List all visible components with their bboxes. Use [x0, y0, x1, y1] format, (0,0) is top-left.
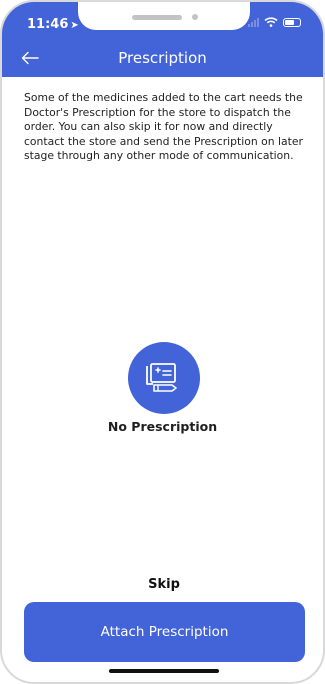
battery-icon: [283, 17, 301, 27]
empty-state-label: No Prescription: [107, 419, 218, 434]
status-icons: [248, 17, 301, 27]
status-time-text: 11:46: [27, 17, 69, 32]
location-arrow-icon: ➤: [70, 20, 79, 31]
prescription-notice: Some of the medicines added to the cart …: [24, 91, 303, 163]
empty-state-illustration: [128, 342, 200, 414]
signal-icon: [248, 17, 259, 27]
attach-prescription-button[interactable]: Attach Prescription: [24, 602, 305, 662]
wifi-icon: [264, 17, 278, 27]
skip-button[interactable]: Skip: [132, 577, 196, 592]
status-time: 11:46 ➤: [27, 17, 79, 32]
device-notch: [78, 2, 250, 30]
page-title: Prescription: [118, 49, 207, 67]
home-indicator: [109, 669, 219, 673]
phone-frame: 11:46 ➤ Prescription Some of the medicine…: [0, 0, 325, 684]
prescription-icon: [146, 363, 177, 392]
notch-camera: [192, 14, 198, 20]
notch-speaker: [132, 15, 182, 20]
app-header: 11:46 ➤ Prescription: [2, 2, 323, 77]
